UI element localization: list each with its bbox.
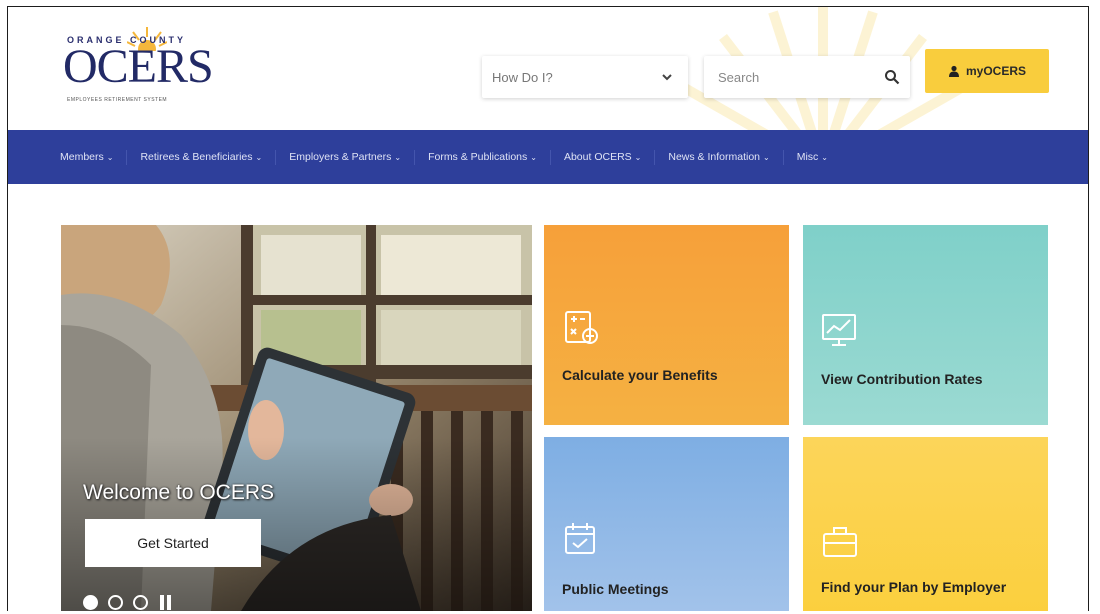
search-icon[interactable] bbox=[884, 69, 900, 85]
carousel-dot-1[interactable] bbox=[83, 595, 98, 610]
caret-down-icon: ⌄ bbox=[634, 152, 642, 162]
carousel-dot-2[interactable] bbox=[108, 595, 123, 610]
logo-main-text: OCERS bbox=[63, 40, 214, 93]
caret-down-icon: ⌄ bbox=[530, 152, 537, 162]
nav-item-label: Employers & Partners bbox=[289, 150, 392, 163]
nav-item-label: About OCERS bbox=[563, 150, 632, 163]
briefcase-icon bbox=[823, 527, 857, 557]
nav-item-label: Misc bbox=[796, 150, 819, 163]
nav-item-label: Retirees & Beneficiaries bbox=[140, 150, 253, 163]
page-frame: ORANGE COUNTY OCERS EMPLOYEES RETIREMENT… bbox=[7, 6, 1089, 611]
caret-down-icon: ⌄ bbox=[821, 152, 828, 162]
main-nav: Members ⌄ Retirees & Beneficiaries ⌄ Emplo… bbox=[8, 130, 1088, 184]
nav-item-news[interactable]: News & Information ⌄ bbox=[655, 149, 784, 165]
nav-item-retirees[interactable]: Retirees & Beneficiaries ⌄ bbox=[127, 149, 277, 165]
carousel-controls bbox=[83, 595, 174, 610]
caret-down-icon: ⌄ bbox=[255, 152, 263, 162]
nav-item-about[interactable]: About OCERS ⌄ bbox=[551, 149, 656, 165]
user-icon bbox=[948, 65, 959, 77]
hero-headline: Welcome to OCERS bbox=[83, 481, 274, 504]
hero-carousel: Welcome to OCERS Get Started bbox=[61, 225, 532, 611]
pause-icon[interactable] bbox=[160, 595, 174, 610]
nav-item-members[interactable]: Members ⌄ bbox=[8, 149, 128, 165]
tile-calculate-benefits[interactable]: Calculate your Benefits bbox=[544, 225, 789, 425]
caret-down-icon: ⌄ bbox=[394, 152, 402, 162]
tile-label: View Contribution Rates bbox=[821, 371, 983, 387]
nav-item-misc[interactable]: Misc ⌄ bbox=[784, 150, 841, 165]
tile-find-plan[interactable]: Find your Plan by Employer bbox=[803, 437, 1048, 611]
carousel-dot-3[interactable] bbox=[133, 595, 148, 610]
caret-down-icon: ⌄ bbox=[763, 152, 770, 162]
calendar-icon bbox=[565, 523, 595, 554]
how-do-i-label: How Do I? bbox=[492, 69, 553, 85]
logo-sub-text: EMPLOYEES RETIREMENT SYSTEM bbox=[67, 97, 168, 103]
nav-item-employers[interactable]: Employers & Partners ⌄ bbox=[276, 149, 416, 165]
calculator-icon bbox=[565, 311, 598, 344]
chevron-down-icon bbox=[662, 74, 672, 81]
search-input[interactable] bbox=[716, 68, 870, 86]
chart-line-icon bbox=[822, 314, 856, 346]
tile-label: Calculate your Benefits bbox=[562, 367, 718, 383]
caret-down-icon: ⌄ bbox=[106, 152, 114, 162]
tile-public-meetings[interactable]: Public Meetings bbox=[544, 437, 789, 611]
nav-item-label: Forms & Publications bbox=[428, 150, 528, 163]
nav-item-forms[interactable]: Forms & Publications ⌄ bbox=[415, 149, 551, 165]
search-box bbox=[704, 56, 910, 98]
how-do-i-dropdown[interactable]: How Do I? bbox=[482, 56, 688, 98]
get-started-button[interactable]: Get Started bbox=[85, 519, 261, 567]
tile-label: Public Meetings bbox=[562, 581, 669, 597]
nav-item-label: News & Information bbox=[668, 150, 760, 163]
myocers-button[interactable]: myOCERS bbox=[925, 49, 1049, 93]
myocers-label: myOCERS bbox=[965, 64, 1027, 78]
tile-contribution-rates[interactable]: View Contribution Rates bbox=[803, 225, 1048, 425]
tile-label: Find your Plan by Employer bbox=[821, 579, 1007, 595]
nav-item-label: Members bbox=[60, 150, 104, 163]
ocers-logo[interactable]: ORANGE COUNTY OCERS EMPLOYEES RETIREMENT… bbox=[63, 27, 233, 111]
